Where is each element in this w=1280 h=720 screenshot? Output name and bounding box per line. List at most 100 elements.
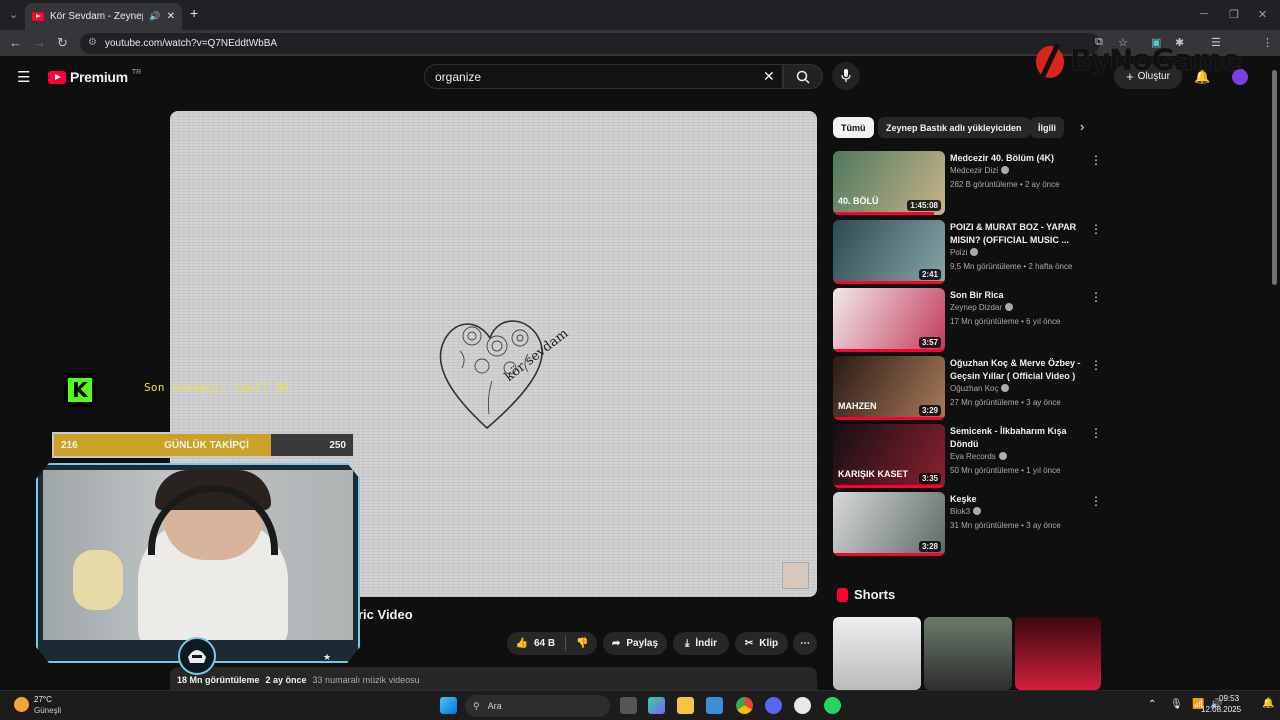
- recommendation-item[interactable]: 3:57 Son Bir Rica Zeynep Dizdar 17 Mn görün…: [833, 288, 1103, 352]
- reload-icon[interactable]: ↻: [57, 35, 68, 51]
- tab-title: Kör Sevdam - Zeynep Bastık: [50, 11, 143, 22]
- clear-search-icon[interactable]: ✕: [763, 68, 775, 85]
- like-count[interactable]: 64 B: [534, 638, 555, 649]
- whatsapp-icon[interactable]: [824, 697, 841, 714]
- tray-chevron-icon[interactable]: ⌃: [1148, 699, 1156, 710]
- weather-desc[interactable]: Güneşli: [34, 706, 61, 715]
- voice-search-button[interactable]: [832, 62, 860, 90]
- filter-chip-related[interactable]: İlgili: [1030, 117, 1064, 138]
- recommendation-title[interactable]: POIZI & MURAT BOZ - YAPAR MISIN? (OFFICI…: [950, 221, 1085, 247]
- url-field[interactable]: ⚙ youtube.com/watch?v=Q7NEddtWbBA: [80, 33, 1100, 54]
- more-options-icon[interactable]: ⋮: [1090, 290, 1102, 304]
- like-icon[interactable]: 👍: [515, 638, 527, 649]
- more-options-icon[interactable]: ⋮: [1090, 358, 1102, 372]
- short-thumbnail[interactable]: [924, 617, 1012, 690]
- taskbar-search[interactable]: ⚲ Ara: [465, 695, 610, 717]
- star-icon: ★: [323, 652, 332, 662]
- short-thumbnail[interactable]: [833, 617, 921, 690]
- minimize-icon[interactable]: ─: [1200, 8, 1208, 20]
- more-options-icon[interactable]: ⋮: [1090, 153, 1102, 167]
- recommendation-item[interactable]: 2:41 POIZI & MURAT BOZ - YAPAR MISIN? (OF…: [833, 220, 1103, 284]
- more-options-icon[interactable]: ⋮: [1090, 494, 1102, 508]
- channel-name[interactable]: Eva Records: [950, 452, 1007, 461]
- recommendation-item[interactable]: MAHZEN 3:29 Oğuzhan Koç & Merve Özbey - Ge…: [833, 356, 1103, 420]
- tab-close-icon[interactable]: ✕: [167, 11, 175, 22]
- video-thumbnail[interactable]: MAHZEN 3:29: [833, 356, 945, 420]
- video-thumbnail[interactable]: 3:28: [833, 492, 945, 556]
- discord-icon[interactable]: [765, 697, 782, 714]
- recommendation-item[interactable]: KARIŞIK KASET 3:35 Semicenk - İlkbaharım K…: [833, 424, 1103, 488]
- youtube-play-icon: [48, 70, 66, 84]
- verified-badge-icon: [970, 248, 979, 256]
- clock-time[interactable]: 09:53: [1219, 694, 1239, 703]
- copilot-icon[interactable]: [648, 697, 665, 714]
- chrome-icon[interactable]: [736, 697, 753, 714]
- video-thumbnail[interactable]: 2:41: [833, 220, 945, 284]
- channel-watermark-thumbnail[interactable]: [782, 562, 809, 589]
- more-options-icon[interactable]: ⋮: [1090, 222, 1102, 236]
- recommendation-title[interactable]: Semicenk - İlkbaharım Kışa Döndü: [950, 425, 1085, 451]
- filter-chip-all[interactable]: Tümü: [833, 117, 874, 138]
- channel-name[interactable]: Medcezir Dizi: [950, 166, 1010, 175]
- filter-chip-uploader[interactable]: Zeynep Bastık adlı yükleyiciden: [878, 117, 1030, 138]
- share-button[interactable]: ➦ Paylaş: [603, 632, 667, 655]
- windows-start-icon[interactable]: [440, 697, 457, 714]
- channel-name[interactable]: Zeynep Dizdar: [950, 303, 1014, 312]
- new-tab-icon[interactable]: +: [190, 5, 198, 21]
- page-scrollbar[interactable]: [1272, 70, 1277, 285]
- tray-mic-icon[interactable]: 🎙: [1170, 699, 1183, 710]
- plush-toy: [73, 550, 123, 610]
- dislike-icon[interactable]: 👎: [576, 638, 588, 649]
- windows-taskbar: 27°C Güneşli ⚲ Ara ⌃ 🎙 📶 🔊 09:53 12.08.2…: [0, 690, 1280, 720]
- recommendation-title[interactable]: Oğuzhan Koç & Merve Özbey - Geçsin Yılla…: [950, 357, 1085, 383]
- sun-weather-icon[interactable]: [14, 697, 29, 712]
- video-thumbnail[interactable]: 40. BÖLÜ 1:45:08: [833, 151, 945, 215]
- streamer-badge: [178, 637, 216, 675]
- chevron-right-icon[interactable]: ›: [1080, 119, 1084, 134]
- speaker-icon[interactable]: 🔊: [149, 11, 160, 22]
- recommendation-title[interactable]: Medcezir 40. Bölüm (4K): [950, 152, 1085, 165]
- back-icon[interactable]: ←: [9, 35, 22, 50]
- recommendation-title[interactable]: Keşke: [950, 493, 1085, 506]
- recommendation-title[interactable]: Son Bir Rica: [950, 289, 1085, 302]
- hamburger-menu-icon[interactable]: ☰: [17, 68, 30, 86]
- more-options-icon[interactable]: ⋮: [1090, 426, 1102, 440]
- video-duration: 1:45:08: [907, 200, 941, 211]
- channel-name[interactable]: Blok3: [950, 507, 982, 516]
- tab-search-icon[interactable]: ⌄: [9, 8, 18, 21]
- search-input[interactable]: organize ✕: [424, 64, 783, 89]
- browser-menu-icon[interactable]: ⋮: [1262, 36, 1273, 49]
- forward-icon[interactable]: →: [33, 35, 46, 50]
- channel-name[interactable]: Oğuzhan Koç: [950, 384, 1010, 393]
- weather-temp[interactable]: 27°C: [34, 695, 52, 704]
- youtube-logo[interactable]: Premium TR: [48, 69, 141, 85]
- store-icon[interactable]: [706, 697, 723, 714]
- short-thumbnail[interactable]: [1015, 617, 1101, 690]
- music-tag[interactable]: 33 numaralı müzik videosu: [313, 675, 420, 689]
- clock-date[interactable]: 12.08.2025: [1201, 705, 1241, 714]
- channel-name[interactable]: Poizi: [950, 248, 979, 257]
- recommendation-item[interactable]: 3:28 Keşke Blok3 31 Mn görüntüleme • 3 ay ö…: [833, 492, 1103, 556]
- verified-badge-icon: [1005, 303, 1014, 311]
- maximize-icon[interactable]: ❐: [1229, 8, 1239, 21]
- video-thumbnail[interactable]: 3:57: [833, 288, 945, 352]
- browser-tab[interactable]: Kör Sevdam - Zeynep Bastık 🔊 ✕: [25, 3, 182, 30]
- rose-heart-illustration: [439, 320, 543, 430]
- recommendation-item[interactable]: 40. BÖLÜ 1:45:08 Medcezir 40. Bölüm (4K) Me…: [833, 151, 1103, 215]
- search-button[interactable]: [783, 64, 823, 89]
- thumbnail-text: MAHZEN: [838, 401, 877, 411]
- more-actions-button[interactable]: ⋯: [793, 632, 817, 655]
- obs-icon[interactable]: [794, 697, 811, 714]
- search-icon: ⚲: [473, 700, 480, 711]
- task-view-icon[interactable]: [620, 697, 637, 714]
- notification-bell-icon[interactable]: 🔔: [1262, 698, 1274, 709]
- file-explorer-icon[interactable]: [677, 697, 694, 714]
- video-meta: 27 Mn görüntüleme • 3 ay önce: [950, 398, 1061, 407]
- close-window-icon[interactable]: ✕: [1258, 8, 1267, 21]
- view-count: 18 Mn görüntüleme: [177, 675, 260, 685]
- video-thumbnail[interactable]: KARIŞIK KASET 3:35: [833, 424, 945, 488]
- site-info-icon[interactable]: ⚙: [88, 37, 97, 48]
- video-meta: 9,5 Mn görüntüleme • 2 hafta önce: [950, 262, 1073, 271]
- clip-button[interactable]: ✂ Klip: [735, 632, 788, 655]
- download-button[interactable]: ⤓ İndir: [673, 632, 729, 655]
